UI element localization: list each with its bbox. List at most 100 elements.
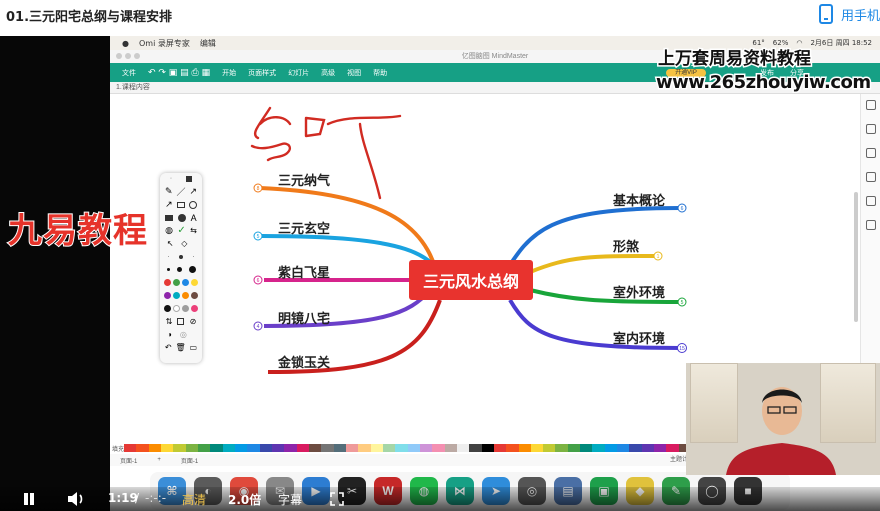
quality-button[interactable]: 高清 <box>182 491 206 508</box>
palette-swatch[interactable] <box>136 444 149 452</box>
branch-jinsuo-yuguan[interactable]: 金锁玉关 <box>278 352 330 371</box>
pen-toolbox[interactable]: ◦ ✎ ／ ↗ ↗ A ◍ ✓ ⇆ ↖ ◇ · · ⇅ ⊘ ◑ ◎ ↶ 🗑 ▭ <box>160 173 202 363</box>
page-selector[interactable]: 页面-1 <box>120 456 137 465</box>
phone-link-label: 用手机 <box>840 8 880 24</box>
palette-swatch[interactable] <box>456 444 470 452</box>
speed-button[interactable]: 2.0倍 <box>228 491 261 508</box>
menu-page-style[interactable]: 页面样式 <box>248 68 276 78</box>
palette-swatch[interactable] <box>296 444 309 452</box>
palette-swatch[interactable] <box>395 444 408 452</box>
palette-swatch[interactable] <box>617 444 630 452</box>
branch-xingsha[interactable]: 形煞 <box>613 236 639 255</box>
palette-swatch[interactable] <box>321 444 334 452</box>
watermark-left: 九易教程 <box>7 210 148 252</box>
menu-view[interactable]: 视图 <box>347 68 361 78</box>
palette-swatch[interactable] <box>358 444 371 452</box>
page-header: 01.三元阳宅总纲与课程安排 用手机 <box>0 0 880 30</box>
volume-icon[interactable] <box>66 490 86 508</box>
branch-count: 8 <box>257 186 260 192</box>
palette-swatch[interactable] <box>567 444 581 452</box>
palette-swatch[interactable] <box>604 444 618 452</box>
phone-link[interactable]: 用手机 <box>818 4 880 24</box>
palette-swatch[interactable] <box>592 444 605 452</box>
palette-swatch[interactable] <box>641 444 655 452</box>
palette-swatch[interactable] <box>543 444 556 452</box>
palette-swatch[interactable] <box>370 444 383 452</box>
branch-zibai-feixing[interactable]: 紫白飞星 <box>278 262 330 281</box>
palette-swatch[interactable] <box>222 444 235 452</box>
canvas-scrollbar[interactable] <box>854 192 858 322</box>
palette-swatch[interactable] <box>506 444 519 452</box>
palette-swatch[interactable] <box>518 444 531 452</box>
subtitle-button[interactable]: 字幕 <box>278 491 302 508</box>
palette-swatch[interactable] <box>333 444 346 452</box>
menu-start[interactable]: 开始 <box>222 68 236 78</box>
palette-swatch[interactable] <box>481 444 494 452</box>
phone-icon <box>818 4 833 24</box>
menubar-app: Omi 录屏专家 <box>138 38 190 48</box>
palette-swatch[interactable] <box>419 444 433 452</box>
palette-swatch[interactable] <box>148 444 161 452</box>
palette-swatch[interactable] <box>124 444 137 452</box>
watermark-right-top: 上万套周易资料教程 <box>657 48 813 71</box>
palette-swatch[interactable] <box>308 444 322 452</box>
palette-swatch[interactable] <box>247 444 260 452</box>
clock: 2月6日 周四 18:52 <box>810 39 872 47</box>
palette-swatch[interactable] <box>234 444 248 452</box>
palette-swatch[interactable] <box>654 444 667 452</box>
window-controls[interactable] <box>116 53 140 59</box>
palette-swatch[interactable] <box>382 444 396 452</box>
menu-help[interactable]: 帮助 <box>373 68 387 78</box>
pause-icon[interactable] <box>22 492 36 506</box>
branch-count: 1 <box>657 254 660 260</box>
palette-swatch[interactable] <box>629 444 642 452</box>
doc-tab[interactable]: 1.课程内容 <box>116 84 150 91</box>
menu-advanced[interactable]: 高级 <box>321 68 335 78</box>
menu-file[interactable]: 文件 <box>122 68 136 78</box>
video-player[interactable]: ● Omi 录屏专家 编辑 61° 62% ◠ 2月6日 周四 18:52 亿图… <box>0 36 880 511</box>
branch-count: 5 <box>257 234 260 240</box>
branch-count: 6 <box>257 278 260 284</box>
palette-label: 填充 <box>112 447 125 453</box>
palette-swatch[interactable] <box>160 444 174 452</box>
palette-swatch[interactable] <box>197 444 211 452</box>
branch-count: 15 <box>679 346 685 352</box>
palette-swatch[interactable] <box>271 444 285 452</box>
palette-swatch[interactable] <box>444 444 457 452</box>
apple-icon: ● <box>122 38 129 48</box>
central-topic[interactable]: 三元风水总纲 <box>409 260 533 300</box>
presenter-webcam <box>686 363 880 475</box>
watermark-right-url: www.265zhouyiw.com <box>655 71 873 95</box>
palette-swatch[interactable] <box>666 444 679 452</box>
palette-swatch[interactable] <box>210 444 223 452</box>
fullscreen-icon[interactable] <box>330 492 344 506</box>
time-separator: / <box>135 491 140 505</box>
palette-swatch[interactable] <box>580 444 593 452</box>
palette-swatch[interactable] <box>185 444 198 452</box>
palette-swatch[interactable] <box>259 444 272 452</box>
menu-slides[interactable]: 幻灯片 <box>288 68 309 78</box>
branch-outdoor[interactable]: 室外环境 <box>613 282 665 301</box>
palette-swatch[interactable] <box>345 444 359 452</box>
palette-swatch[interactable] <box>432 444 445 452</box>
branch-sanyuan-xuankong[interactable]: 三元玄空 <box>278 218 330 237</box>
palette-swatch[interactable] <box>530 444 544 452</box>
branch-basic-concepts[interactable]: 基本概论 <box>613 190 665 209</box>
add-page-button[interactable]: + <box>157 457 161 463</box>
pen-icon[interactable]: ✎ <box>165 186 173 197</box>
presenter-figure <box>726 387 836 475</box>
page-title: 01.三元阳宅总纲与课程安排 <box>6 10 173 25</box>
palette-swatch[interactable] <box>493 444 507 452</box>
branch-indoor[interactable]: 室内环境 <box>613 328 665 347</box>
time-current: 1:19 <box>108 491 138 505</box>
palette-swatch[interactable] <box>173 444 186 452</box>
branch-sanyuan-naqi[interactable]: 三元纳气 <box>278 170 330 189</box>
page-tab[interactable]: 页面-1 <box>181 456 198 465</box>
palette-swatch[interactable] <box>555 444 568 452</box>
branch-mingjing-bazhai[interactable]: 明镜八宅 <box>278 308 330 327</box>
palette-swatch[interactable] <box>469 444 482 452</box>
palette-swatch[interactable] <box>284 444 297 452</box>
menubar-edit: 编辑 <box>199 38 216 48</box>
quick-icons[interactable]: ↶ ↷ ▣ ▤ ⎙ ▦ <box>148 68 210 78</box>
palette-swatch[interactable] <box>407 444 420 452</box>
